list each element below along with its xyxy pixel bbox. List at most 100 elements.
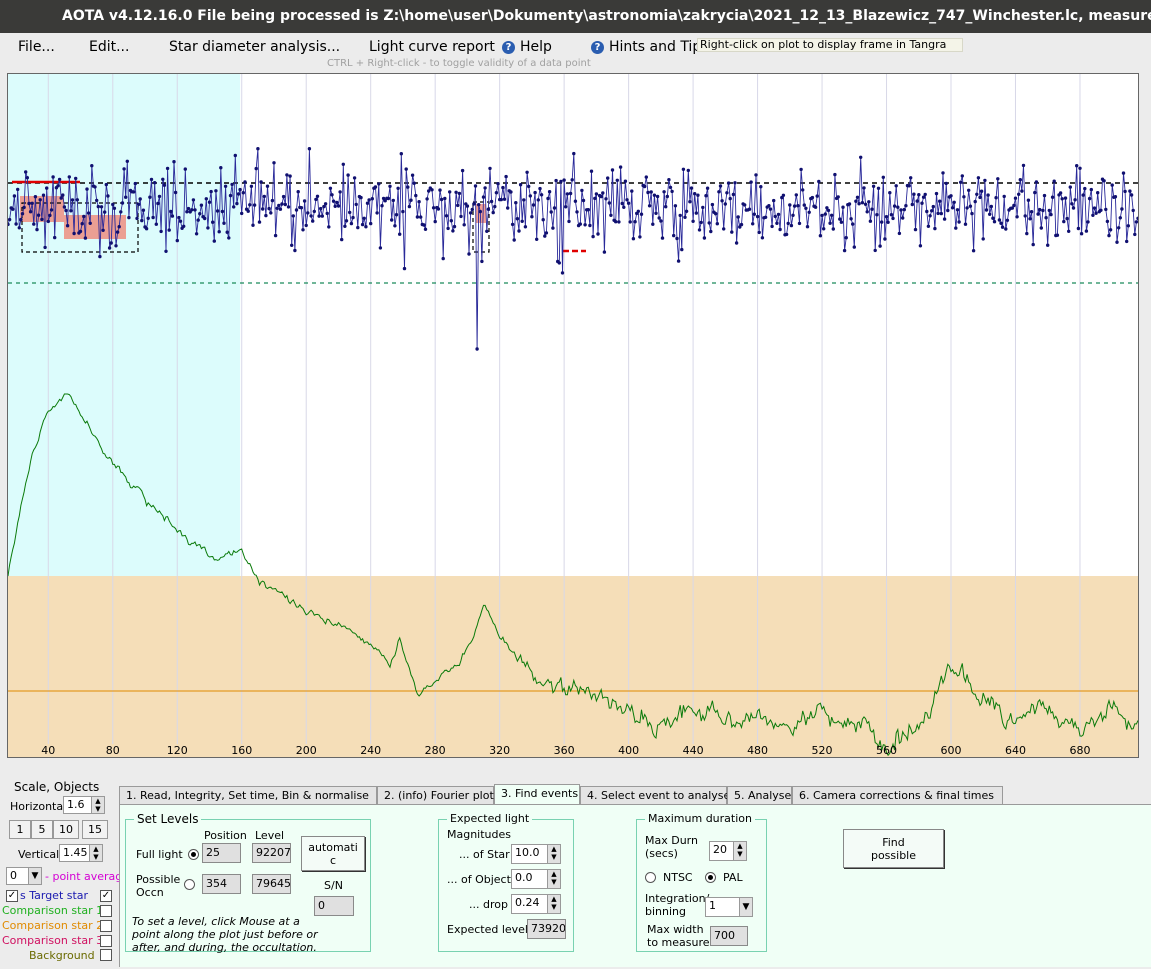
spinner-arrows-icon[interactable]: ▲ ▼ bbox=[547, 895, 560, 913]
point-average-label: - point average bbox=[45, 870, 130, 883]
target-star-point bbox=[868, 219, 873, 223]
point-average-select[interactable]: 0 ▼ bbox=[6, 867, 42, 885]
target-star-point bbox=[402, 266, 407, 271]
target-star-point bbox=[125, 159, 129, 163]
target-star-point bbox=[1041, 208, 1045, 213]
target-star-point bbox=[501, 185, 505, 190]
target-star-point bbox=[170, 214, 175, 218]
target-star-point bbox=[535, 237, 539, 241]
background-checkbox[interactable] bbox=[100, 949, 112, 961]
horizontal-scale-spinner[interactable]: 1.6 ▲ ▼ bbox=[63, 796, 105, 814]
menu-help[interactable]: ? Help bbox=[502, 39, 552, 55]
tab-fourier-plot[interactable]: 2. (info) Fourier plot bbox=[377, 786, 494, 805]
target-star-point bbox=[830, 213, 834, 217]
target-star-point bbox=[867, 200, 871, 204]
target-star-point bbox=[191, 198, 196, 202]
spinner-arrows-icon[interactable]: ▲ ▼ bbox=[91, 797, 104, 813]
full-light-radio[interactable] bbox=[188, 849, 199, 860]
spinner-arrows-icon[interactable]: ▲ ▼ bbox=[89, 845, 102, 861]
comparison-star-1-checkbox[interactable] bbox=[100, 905, 112, 917]
target-star-checkbox[interactable]: ✓ bbox=[100, 890, 112, 902]
scale-objects-panel: Scale, Objects Horizontal 1.6 ▲ ▼ 1 5 10 1… bbox=[2, 780, 129, 967]
menu-hints[interactable]: ? Hints and Tip bbox=[591, 39, 701, 55]
target-star-point bbox=[789, 223, 794, 228]
light-curve-plot[interactable]: 40 80 120 160 200 240 280 320 360 400 440 480 520 560… bbox=[7, 73, 1139, 758]
menu-file[interactable]: File... bbox=[18, 39, 55, 55]
target-star-point bbox=[541, 218, 545, 222]
target-star-point bbox=[509, 190, 513, 194]
spinner-arrows-icon[interactable]: ▲ ▼ bbox=[733, 842, 746, 860]
tab-camera-corrections[interactable]: 6. Camera corrections & final times bbox=[792, 786, 1003, 805]
zoom-1-button[interactable]: 1 bbox=[9, 820, 31, 839]
magnitude-drop-spinner[interactable]: 0.24 ▲ ▼ bbox=[511, 894, 561, 914]
comparison-star-2-checkbox[interactable] bbox=[100, 920, 112, 932]
target-star-point bbox=[652, 193, 657, 197]
integration-select[interactable]: 1 ▼ bbox=[705, 897, 753, 917]
target-star-display-checkbox[interactable]: ✓ bbox=[6, 890, 18, 902]
dropdown-arrow-icon[interactable]: ▼ bbox=[739, 898, 752, 916]
target-star-point bbox=[431, 206, 436, 210]
target-star-point bbox=[249, 184, 254, 188]
menu-light-curve-report[interactable]: Light curve report bbox=[369, 39, 495, 55]
target-star-point bbox=[831, 227, 835, 231]
spinner-arrows-icon[interactable]: ▲ ▼ bbox=[547, 870, 560, 888]
max-duration-spinner[interactable]: 20 ▲ ▼ bbox=[709, 841, 747, 861]
target-star-point bbox=[686, 168, 690, 173]
target-star-point bbox=[955, 208, 960, 212]
target-star-point bbox=[407, 204, 412, 209]
plot-svg[interactable]: 40 80 120 160 200 240 280 320 360 400 440 480 520 560… bbox=[8, 74, 1138, 757]
target-star-point bbox=[565, 192, 570, 196]
target-star-point bbox=[759, 185, 763, 189]
target-star-point bbox=[622, 205, 626, 209]
target-star-point bbox=[285, 173, 289, 177]
object-magnitude-spinner[interactable]: 0.0 ▲ ▼ bbox=[511, 869, 561, 889]
dropdown-arrow-icon[interactable]: ▼ bbox=[28, 868, 41, 884]
target-star-point bbox=[439, 197, 444, 202]
target-star-point bbox=[568, 191, 573, 196]
zoom-5-button[interactable]: 5 bbox=[31, 820, 53, 839]
full-light-position-field: 25 bbox=[202, 843, 241, 863]
target-star-point bbox=[1017, 192, 1021, 196]
tab-select-event[interactable]: 4. Select event to analyse bbox=[580, 786, 730, 805]
target-star-point bbox=[701, 205, 705, 210]
target-star-point bbox=[182, 224, 186, 228]
find-possible-button[interactable]: Find possible bbox=[843, 829, 944, 868]
x-tick-label: 80 bbox=[106, 744, 120, 757]
target-star-point bbox=[1094, 211, 1098, 215]
target-star-point bbox=[35, 227, 39, 232]
target-star-point bbox=[325, 211, 329, 216]
vertical-scale-spinner[interactable]: 1.45 ▲ ▼ bbox=[59, 844, 103, 862]
zoom-10-button[interactable]: 10 bbox=[53, 820, 79, 839]
tab-analyse[interactable]: 5. Analyse bbox=[727, 786, 792, 805]
pal-radio[interactable] bbox=[705, 872, 716, 883]
target-star-point bbox=[796, 204, 800, 208]
target-star-point bbox=[86, 211, 91, 215]
target-star-point bbox=[38, 198, 42, 202]
target-star-point bbox=[660, 236, 665, 240]
star-magnitude-spinner[interactable]: 10.0 ▲ ▼ bbox=[511, 844, 561, 864]
tab-find-events[interactable]: 3. Find events bbox=[494, 784, 580, 805]
target-star-point bbox=[72, 231, 76, 236]
target-star-point bbox=[1099, 208, 1103, 212]
comparison-star-3-checkbox[interactable] bbox=[100, 935, 112, 947]
set-level-instructions: To set a level, click Mouse at a point a… bbox=[132, 915, 318, 954]
zoom-15-button[interactable]: 15 bbox=[82, 820, 108, 839]
automatic-button[interactable]: automati c bbox=[301, 836, 365, 871]
target-star-point bbox=[949, 194, 953, 198]
target-star-point bbox=[27, 201, 31, 206]
target-star-point bbox=[272, 161, 276, 165]
target-star-point bbox=[1050, 195, 1055, 199]
target-star-point bbox=[46, 219, 50, 224]
possible-occn-radio[interactable] bbox=[184, 879, 195, 890]
target-star-point bbox=[61, 193, 65, 197]
menu-star-diameter[interactable]: Star diameter analysis... bbox=[169, 39, 340, 55]
menu-edit[interactable]: Edit... bbox=[89, 39, 129, 55]
target-star-point bbox=[454, 190, 458, 194]
tab-read-integrity[interactable]: 1. Read, Integrity, Set time, Bin & norm… bbox=[119, 786, 377, 805]
target-star-point bbox=[704, 194, 708, 198]
target-star-point bbox=[153, 181, 157, 185]
x-tick-label: 360 bbox=[554, 744, 575, 757]
spinner-arrows-icon[interactable]: ▲ ▼ bbox=[547, 845, 560, 863]
ntsc-radio[interactable] bbox=[645, 872, 656, 883]
target-star-point bbox=[1023, 214, 1027, 218]
